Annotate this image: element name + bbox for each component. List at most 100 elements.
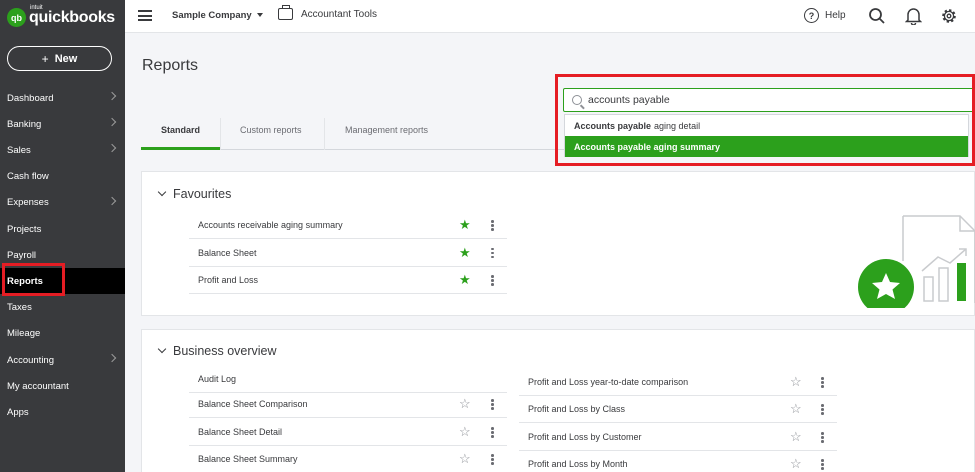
sidebar-item-mileage[interactable]: Mileage bbox=[0, 321, 125, 347]
report-row[interactable]: Profit and Loss by Customer ☆ bbox=[519, 424, 837, 451]
sidebar-item-banking[interactable]: Banking bbox=[0, 111, 125, 137]
report-row[interactable]: Audit Log bbox=[189, 366, 507, 393]
sidebar-item-my-accountant[interactable]: My accountant bbox=[0, 373, 125, 399]
briefcase-icon bbox=[278, 5, 293, 20]
sidebar-item-label: Projects bbox=[7, 223, 42, 235]
reports-illustration bbox=[858, 215, 975, 308]
report-link[interactable]: Profit and Loss bbox=[198, 275, 258, 285]
report-link[interactable]: Accounts receivable aging summary bbox=[198, 220, 343, 230]
report-link[interactable]: Balance Sheet Comparison bbox=[198, 399, 308, 409]
report-link[interactable]: Profit and Loss by Customer bbox=[528, 432, 642, 442]
plus-icon: + bbox=[41, 51, 49, 66]
sidebar-item-label: Expenses bbox=[7, 197, 49, 209]
tab-divider bbox=[220, 118, 221, 150]
sidebar-item-expenses[interactable]: Expenses bbox=[0, 190, 125, 216]
more-options-icon[interactable] bbox=[821, 404, 824, 415]
report-row[interactable]: Profit and Loss year-to-date comparison ☆ bbox=[519, 369, 837, 396]
reports-highlight-box bbox=[2, 263, 65, 296]
accountant-tools-button[interactable]: Accountant Tools bbox=[278, 5, 377, 20]
star-filled-icon[interactable]: ★ bbox=[459, 218, 471, 231]
gear-icon[interactable] bbox=[940, 7, 958, 25]
star-outline-icon[interactable]: ☆ bbox=[459, 452, 471, 465]
tab-custom-reports[interactable]: Custom reports bbox=[240, 125, 302, 135]
more-options-icon[interactable] bbox=[491, 220, 494, 231]
more-options-icon[interactable] bbox=[491, 247, 494, 258]
sidebar-item-label: Apps bbox=[7, 406, 29, 418]
more-options-icon[interactable] bbox=[491, 399, 494, 410]
report-row[interactable]: Balance Sheet Summary ☆ bbox=[189, 446, 507, 472]
sidebar-item-apps[interactable]: Apps bbox=[0, 399, 125, 425]
tab-standard[interactable]: Standard bbox=[161, 125, 200, 135]
company-selector[interactable]: Sample Company bbox=[172, 10, 263, 21]
sidebar-item-taxes[interactable]: Taxes bbox=[0, 295, 125, 321]
star-outline-icon[interactable]: ☆ bbox=[459, 425, 471, 438]
company-name: Sample Company bbox=[172, 10, 252, 21]
active-tab-indicator bbox=[141, 147, 220, 150]
sidebar-item-label: Mileage bbox=[7, 328, 41, 340]
report-link[interactable]: Balance Sheet bbox=[198, 248, 257, 258]
sidebar-item-dashboard[interactable]: Dashboard bbox=[0, 85, 125, 111]
favourites-header[interactable]: Favourites bbox=[157, 187, 232, 201]
menu-icon[interactable] bbox=[138, 10, 152, 21]
sidebar-item-cash-flow[interactable]: Cash flow bbox=[0, 164, 125, 190]
star-outline-icon[interactable]: ☆ bbox=[790, 457, 802, 470]
report-row[interactable]: Balance Sheet ★ bbox=[189, 240, 507, 267]
report-link[interactable]: Balance Sheet Detail bbox=[198, 427, 282, 437]
business-overview-header[interactable]: Business overview bbox=[157, 344, 277, 358]
more-options-icon[interactable] bbox=[821, 432, 824, 443]
star-outline-icon[interactable]: ☆ bbox=[790, 430, 802, 443]
sidebar-item-label: Dashboard bbox=[7, 92, 54, 104]
report-link[interactable]: Balance Sheet Summary bbox=[198, 454, 298, 464]
more-options-icon[interactable] bbox=[821, 377, 824, 388]
bell-icon[interactable] bbox=[905, 7, 922, 25]
page-title: Reports bbox=[142, 57, 199, 74]
search-highlight-box bbox=[555, 74, 975, 166]
more-options-icon[interactable] bbox=[491, 275, 494, 286]
star-outline-icon[interactable]: ☆ bbox=[459, 397, 471, 410]
sidebar-item-projects[interactable]: Projects bbox=[0, 216, 125, 242]
chevron-right-icon bbox=[107, 353, 117, 363]
more-options-icon[interactable] bbox=[491, 427, 494, 438]
report-link[interactable]: Audit Log bbox=[198, 374, 236, 384]
sidebar-item-label: Accounting bbox=[7, 354, 55, 366]
new-button[interactable]: + New bbox=[7, 46, 112, 71]
caret-down-icon bbox=[256, 13, 263, 18]
sidebar-item-label: Sales bbox=[7, 144, 31, 156]
report-row[interactable]: Profit and Loss ★ bbox=[189, 267, 507, 294]
chevron-right-icon bbox=[107, 91, 117, 101]
help-button[interactable]: ? Help bbox=[804, 8, 846, 23]
tab-management-reports[interactable]: Management reports bbox=[345, 125, 428, 135]
star-outline-icon[interactable]: ☆ bbox=[790, 375, 802, 388]
report-row[interactable]: Accounts receivable aging summary ★ bbox=[189, 212, 507, 239]
help-label: Help bbox=[825, 10, 846, 21]
more-options-icon[interactable] bbox=[491, 454, 494, 465]
chevron-right-icon bbox=[107, 196, 117, 206]
report-row[interactable]: Profit and Loss by Class ☆ bbox=[519, 396, 837, 423]
top-bar: Sample Company Accountant Tools ? Help bbox=[125, 0, 975, 33]
report-link[interactable]: Profit and Loss by Month bbox=[528, 459, 628, 469]
chevron-right-icon bbox=[107, 144, 117, 153]
sidebar-item-sales[interactable]: Sales bbox=[0, 137, 125, 163]
sidebar-item-label: Payroll bbox=[7, 249, 37, 261]
search-icon[interactable] bbox=[868, 7, 886, 25]
report-row[interactable]: Profit and Loss by Month ☆ bbox=[519, 451, 837, 472]
report-link[interactable]: Profit and Loss by Class bbox=[528, 404, 625, 414]
logo-wordmark: intuit quickbooks bbox=[29, 5, 115, 27]
report-row[interactable]: Balance Sheet Detail ☆ bbox=[189, 419, 507, 446]
qb-logo-icon: qb bbox=[7, 8, 26, 27]
chevron-down-icon bbox=[157, 344, 167, 354]
report-row[interactable]: Balance Sheet Comparison ☆ bbox=[189, 391, 507, 418]
star-filled-icon[interactable]: ★ bbox=[459, 273, 471, 286]
sidebar-item-label: Cash flow bbox=[7, 171, 49, 183]
more-options-icon[interactable] bbox=[821, 459, 824, 470]
report-link[interactable]: Profit and Loss year-to-date comparison bbox=[528, 377, 688, 387]
accountant-tools-label: Accountant Tools bbox=[301, 8, 377, 20]
logo-quickbooks-text: quickbooks bbox=[29, 8, 115, 26]
star-filled-icon[interactable]: ★ bbox=[459, 246, 471, 259]
favourites-title: Favourites bbox=[173, 187, 232, 201]
quickbooks-logo[interactable]: qb intuit quickbooks bbox=[7, 5, 115, 27]
star-outline-icon[interactable]: ☆ bbox=[790, 402, 802, 415]
sidebar-item-accounting[interactable]: Accounting bbox=[0, 347, 125, 373]
sidebar-item-label: My accountant bbox=[7, 380, 69, 392]
chevron-right-icon bbox=[107, 117, 117, 127]
